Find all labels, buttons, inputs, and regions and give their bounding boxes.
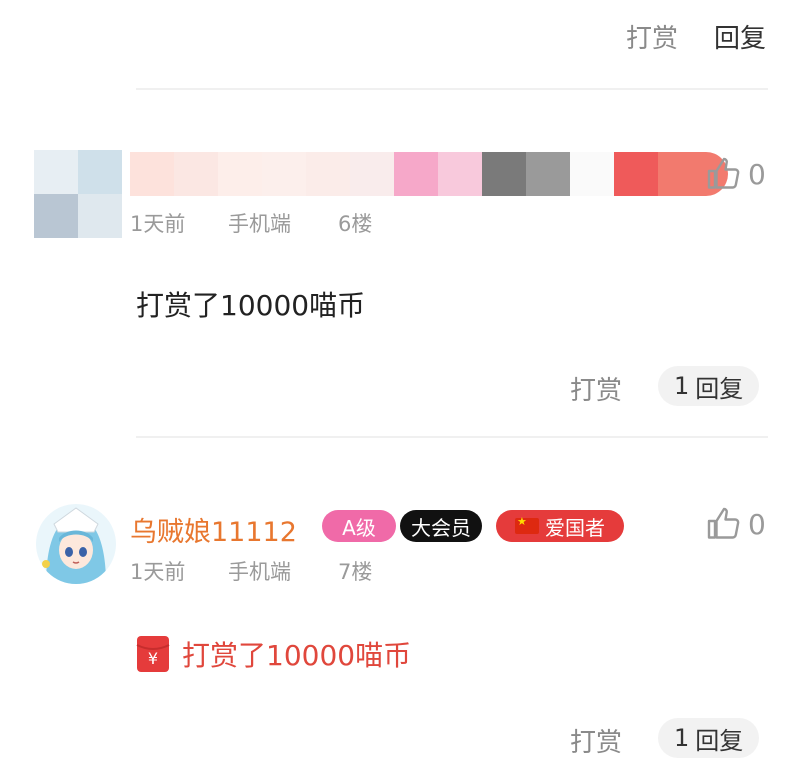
reply-count: 1	[674, 372, 690, 400]
avatar-pixelated[interactable]	[34, 150, 124, 250]
comment-floor: 6楼	[338, 212, 373, 236]
level-badge-label: A级	[342, 515, 376, 540]
reward-button[interactable]: 打赏	[626, 18, 678, 55]
comment-time: 1天前	[130, 560, 186, 584]
comment-device: 手机端	[228, 560, 291, 584]
china-flag-icon	[515, 515, 539, 534]
thumbs-up-icon	[707, 507, 740, 539]
username[interactable]: 乌贼娘11112	[130, 510, 297, 549]
reply-count: 1	[674, 724, 690, 752]
comment-floor: 7楼	[338, 560, 373, 584]
reply-count-button[interactable]: 1 回复	[658, 366, 760, 406]
like-count: 0	[748, 507, 766, 541]
patriot-badge: 爱国者	[496, 510, 624, 542]
reward-button[interactable]: 打赏	[570, 370, 622, 407]
divider	[136, 88, 768, 90]
comment-text: 打赏了10000喵币	[136, 289, 366, 322]
patriot-badge-label: 爱国者	[545, 515, 605, 540]
vip-badge-label: 大会员	[411, 515, 471, 540]
svg-text:¥: ¥	[148, 649, 158, 668]
comment-time: 1天前	[130, 212, 186, 236]
username-pixelated	[130, 152, 728, 196]
like-count: 0	[748, 157, 766, 191]
reply-label: 回复	[695, 726, 744, 755]
level-badge: A级	[322, 510, 396, 542]
thumbs-up-icon	[707, 157, 740, 189]
like-button[interactable]: 0	[706, 506, 766, 542]
reward-button[interactable]: 打赏	[570, 722, 622, 759]
comment-text: 打赏了10000喵币	[182, 639, 412, 672]
red-envelope-icon: ¥	[136, 636, 170, 672]
divider	[136, 436, 768, 438]
like-button[interactable]: 0	[706, 156, 766, 192]
vip-badge: 大会员	[400, 510, 482, 542]
reply-count-button[interactable]: 1 回复	[658, 718, 760, 758]
comment-device: 手机端	[228, 212, 291, 236]
reply-label: 回复	[695, 374, 744, 403]
avatar[interactable]	[36, 504, 116, 584]
reward-message: ¥ 打赏了10000喵币	[136, 634, 411, 674]
reply-button[interactable]: 回复	[714, 18, 766, 55]
